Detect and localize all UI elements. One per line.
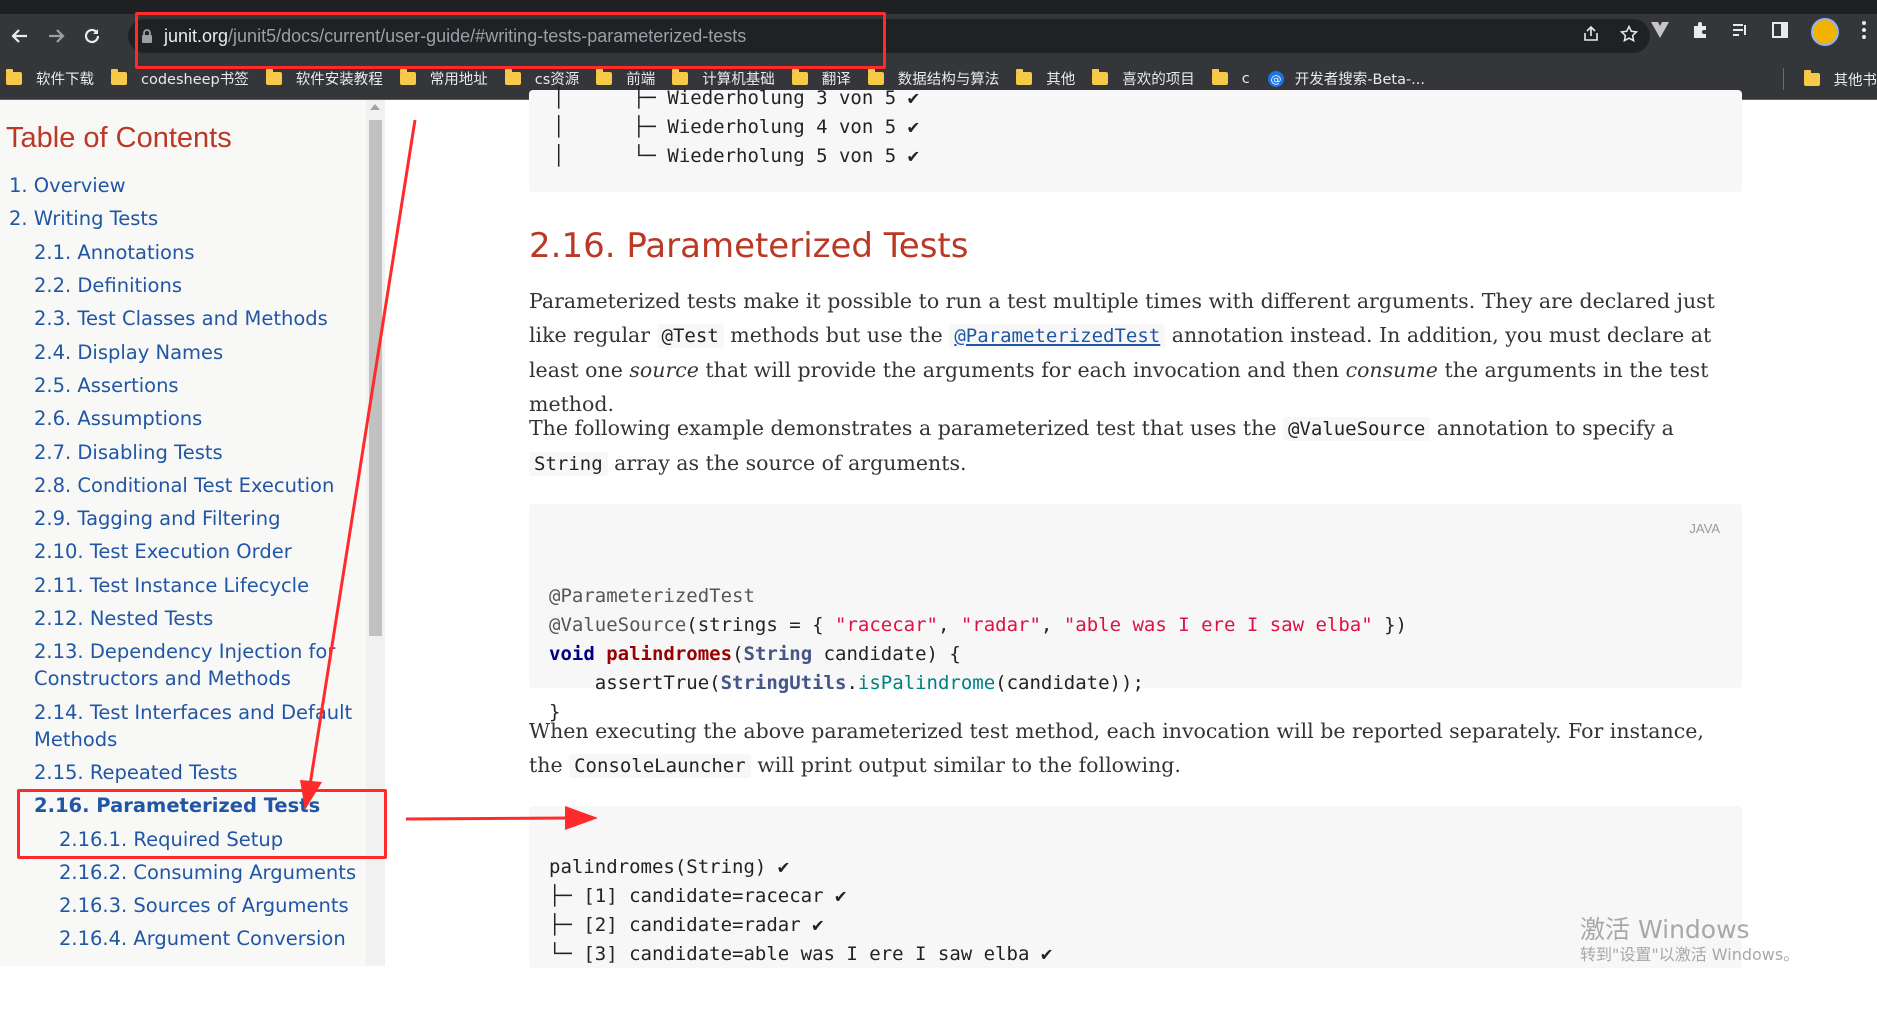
arrow-line-down [310, 120, 415, 785]
windows-activation-hint: 转到"设置"以激活 Windows。 [1580, 941, 1799, 965]
annotation-arrows [0, 0, 1877, 966]
arrow-line-right [406, 818, 570, 819]
arrow-head-right [565, 806, 598, 830]
arrow-head-down [300, 780, 322, 810]
